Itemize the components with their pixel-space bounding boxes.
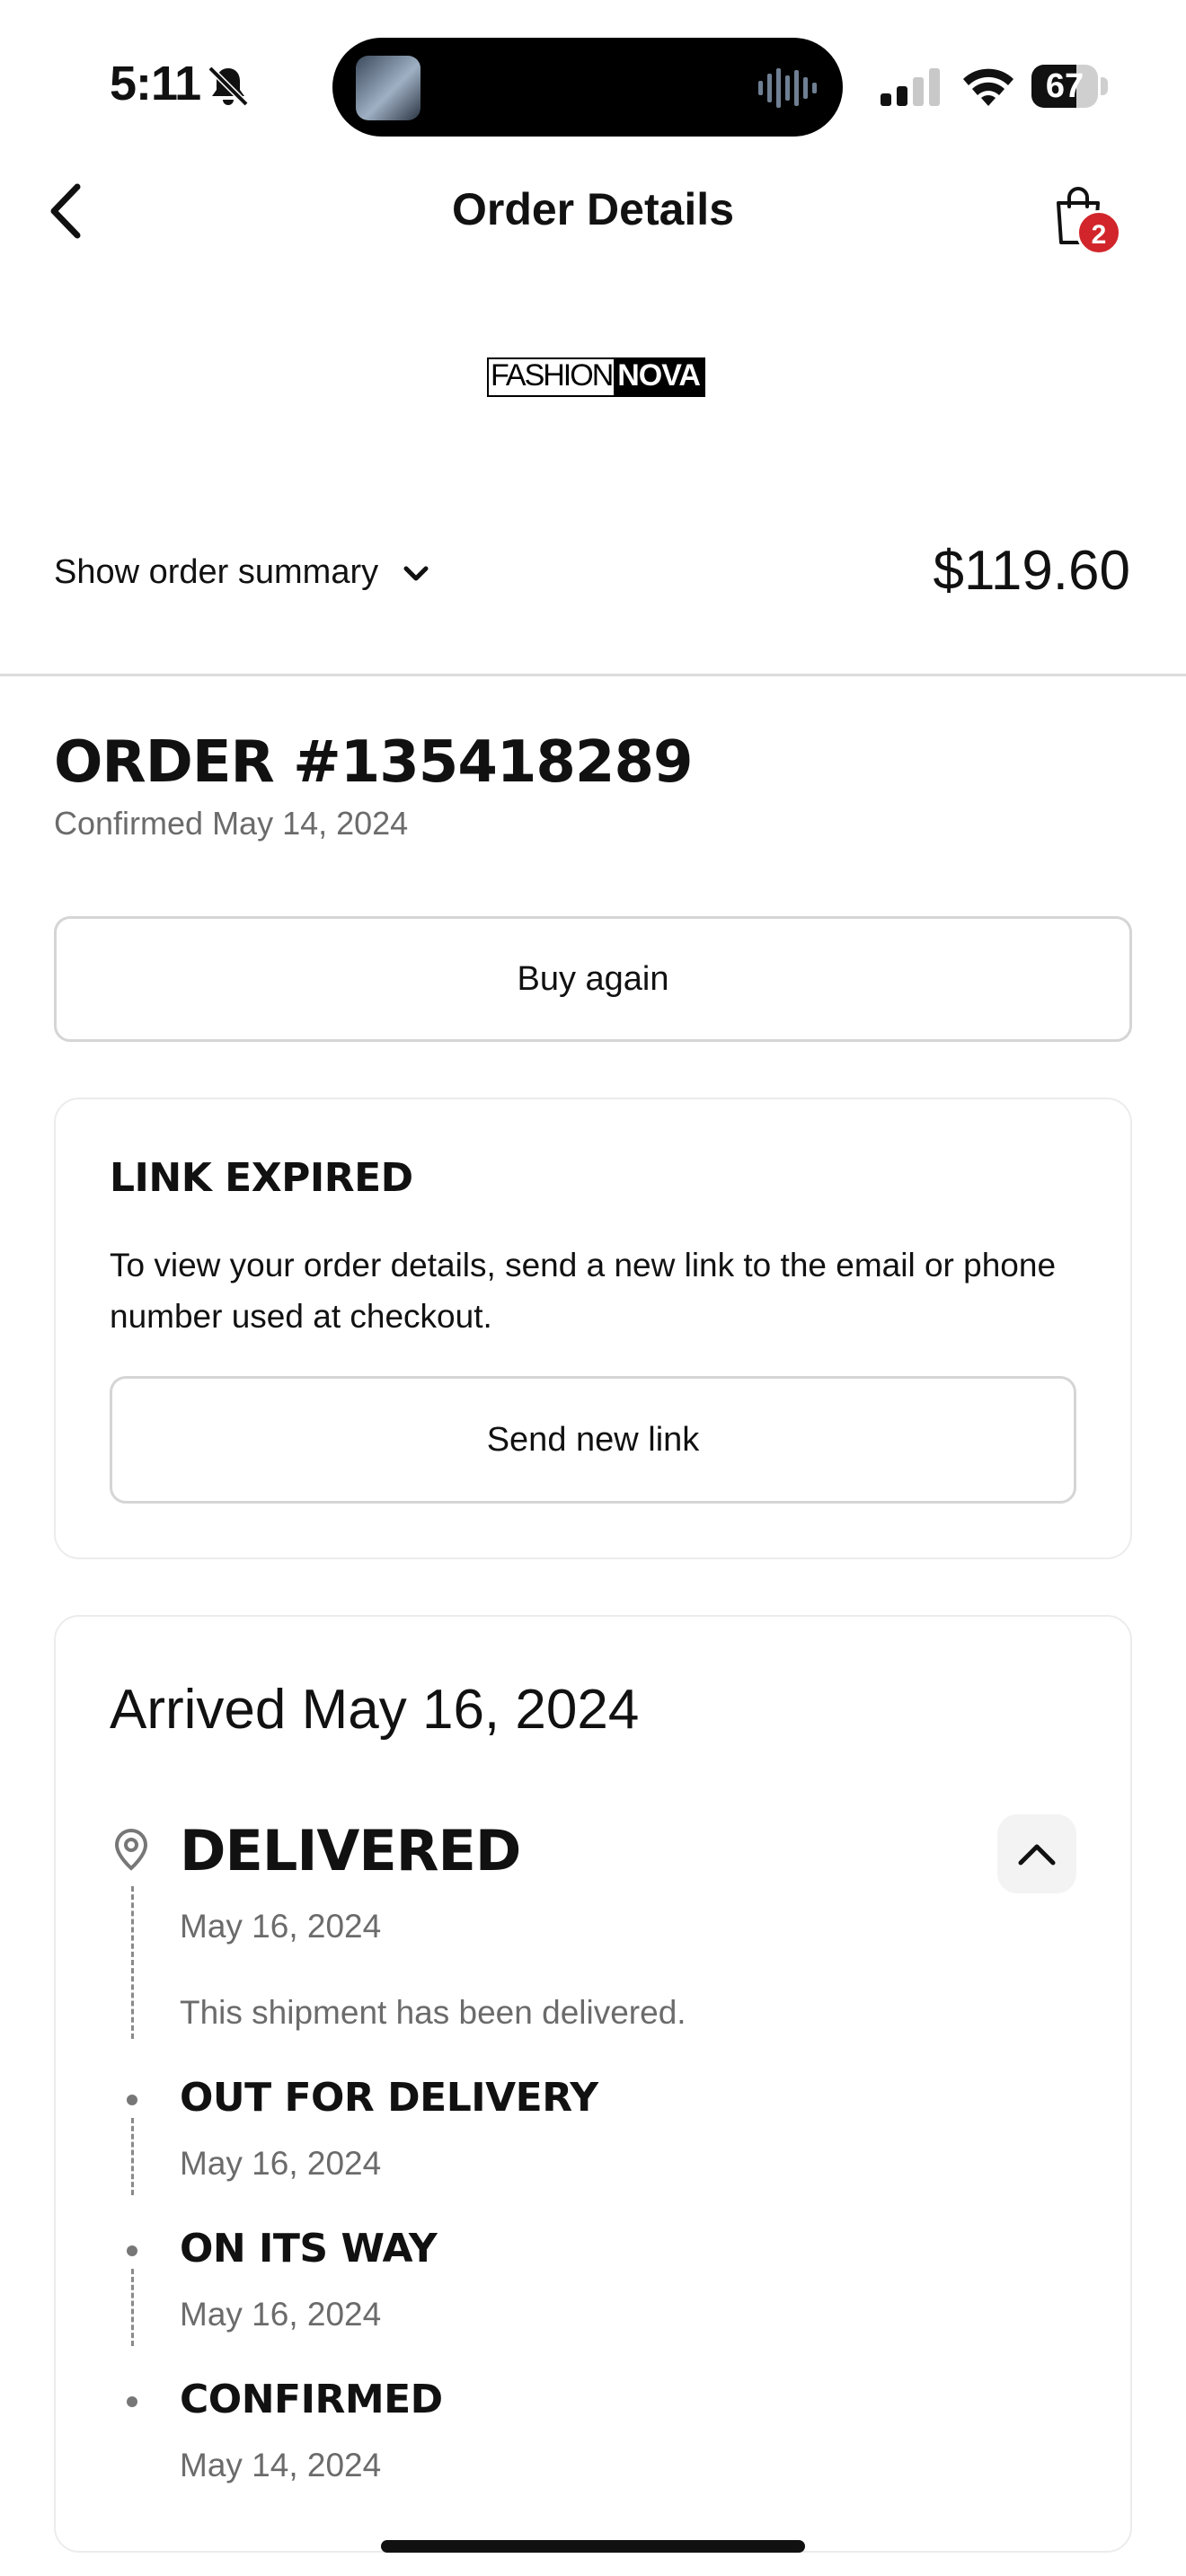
status-out-for-delivery-date: May 16, 2024 — [180, 2145, 382, 2182]
wifi-icon — [963, 68, 1013, 106]
chevron-up-icon — [1018, 1844, 1056, 1866]
timeline-connector — [131, 1886, 134, 2039]
link-expired-title: LINK EXPIRED — [110, 1155, 413, 1201]
status-delivered-date: May 16, 2024 — [180, 1908, 382, 1945]
collapse-timeline-button[interactable] — [997, 1814, 1076, 1893]
send-new-link-button[interactable]: Send new link — [110, 1376, 1076, 1504]
status-delivered-title: DELIVERED — [180, 1818, 521, 1883]
divider — [0, 674, 1186, 676]
page-title: Order Details — [451, 184, 734, 234]
location-pin-icon — [114, 1828, 148, 1871]
timeline-connector — [131, 2118, 134, 2195]
audio-wave-icon — [758, 68, 817, 108]
show-order-summary-toggle[interactable]: Show order summary — [54, 553, 378, 592]
timeline-connector — [131, 2269, 134, 2346]
link-expired-description: To view your order details, send a new l… — [110, 1247, 1057, 1335]
order-number: ORDER #135418289 — [54, 729, 693, 796]
status-on-its-way-date: May 16, 2024 — [180, 2296, 382, 2333]
timeline-dot — [127, 2095, 137, 2105]
status-time: 5:11 — [110, 57, 201, 110]
timeline-dot — [127, 2396, 137, 2407]
back-chevron-icon[interactable] — [43, 180, 88, 243]
cart-count-badge[interactable]: 2 — [1076, 210, 1121, 255]
status-confirmed-title: CONFIRMED — [180, 2377, 443, 2422]
battery-percent: 67 — [1045, 67, 1084, 105]
home-indicator[interactable] — [381, 2540, 805, 2553]
chevron-down-icon[interactable] — [401, 560, 431, 587]
logo-text-fashion: FASHION — [489, 359, 614, 395]
status-out-for-delivery-title: OUT FOR DELIVERY — [180, 2075, 598, 2121]
status-delivered-note: This shipment has been delivered. — [180, 1994, 686, 2031]
logo-text-nova: NOVA — [614, 359, 704, 395]
fashion-nova-logo: FASHION NOVA — [487, 357, 705, 397]
battery-tip — [1101, 77, 1108, 95]
bell-slash-icon — [208, 66, 249, 107]
cellular-signal-icon — [881, 68, 940, 106]
now-playing-artwork[interactable] — [356, 56, 420, 120]
arrival-date: Arrived May 16, 2024 — [110, 1679, 640, 1741]
status-on-its-way-title: ON ITS WAY — [180, 2226, 438, 2272]
timeline-dot — [127, 2245, 137, 2256]
buy-again-button[interactable]: Buy again — [54, 916, 1132, 1042]
order-confirmed-date: Confirmed May 14, 2024 — [54, 805, 409, 842]
status-confirmed-date: May 14, 2024 — [180, 2447, 382, 2483]
order-total: $119.60 — [933, 540, 1130, 602]
